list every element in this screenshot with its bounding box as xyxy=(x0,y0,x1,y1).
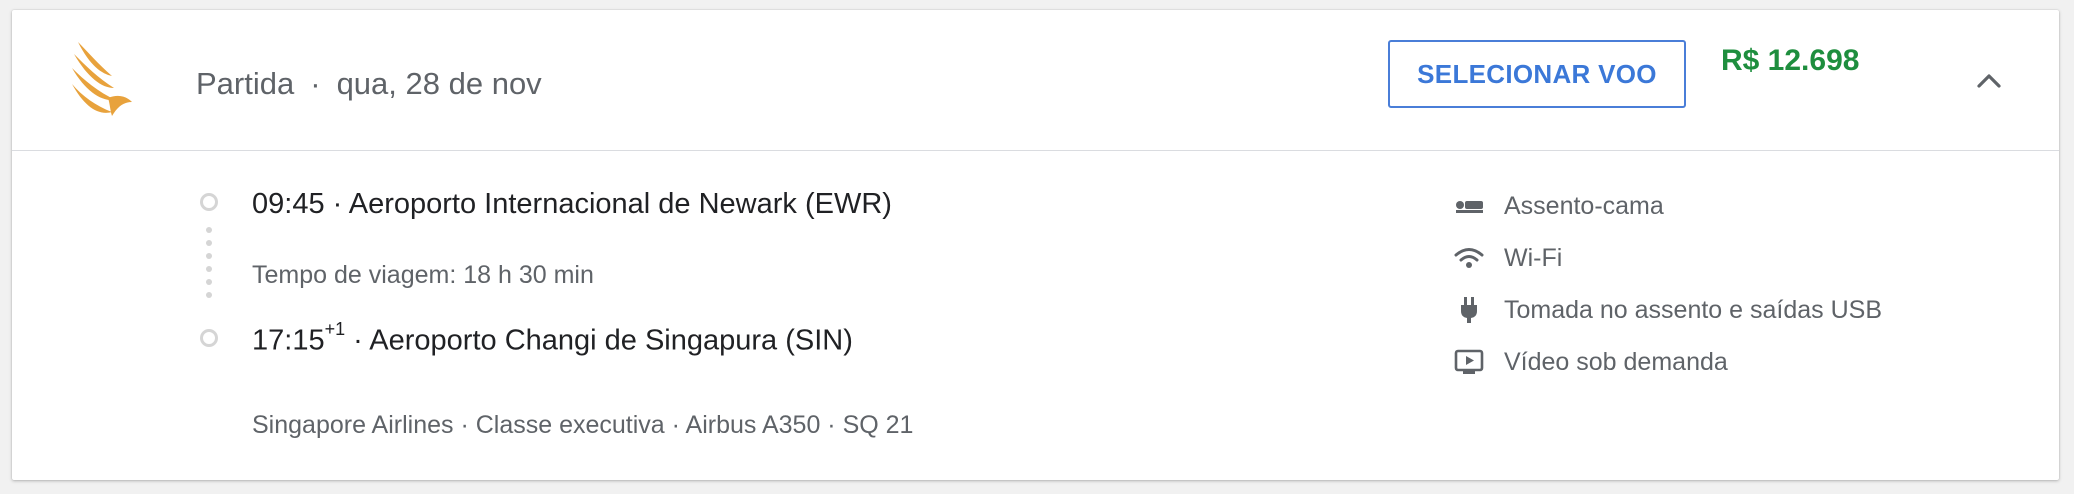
travel-time: Tempo de viagem: 18 h 30 min xyxy=(252,261,594,289)
amenity-label: Tomada no assento e saídas USB xyxy=(1504,295,1883,324)
arrival-airport: Aeroporto Changi de Singapura (SIN) xyxy=(369,324,853,357)
departure-info: Partida · qua, 28 de nov xyxy=(196,66,542,102)
select-flight-button[interactable]: SELECIONAR VOO xyxy=(1388,40,1686,108)
flight-result-card: Partida · qua, 28 de nov SELECIONAR VOO R$… xyxy=(12,10,2059,480)
flight-details: Singapore Airlines · Classe executiva · … xyxy=(252,411,914,439)
amenity-label: Wi-Fi xyxy=(1504,243,1563,272)
departure-time: 09:45 xyxy=(252,188,325,220)
departure-airport: Aeroporto Internacional de Newark (EWR) xyxy=(348,188,892,220)
arrival-timeline-dot xyxy=(200,329,218,347)
flight-price: R$ 12.698 xyxy=(1721,44,1860,77)
amenity-wifi: Wi-Fi xyxy=(1452,242,1562,274)
departure-date: qua, 28 de nov xyxy=(336,66,542,101)
singapore-airlines-logo xyxy=(72,42,132,116)
timeline-connector xyxy=(206,227,212,305)
amenity-video-on-demand: Vídeo sob demanda xyxy=(1452,346,1728,378)
arrival-stop: 17:15+1 · Aeroporto Changi de Singapura … xyxy=(252,319,853,357)
video-on-demand-icon xyxy=(1452,347,1486,377)
separator: · xyxy=(310,66,321,101)
flight-card-header[interactable]: Partida · qua, 28 de nov SELECIONAR VOO R$… xyxy=(12,10,2059,151)
power-plug-icon xyxy=(1452,295,1486,325)
wifi-icon xyxy=(1452,243,1486,273)
departure-stop: 09:45 · Aeroporto Internacional de Newar… xyxy=(252,188,892,220)
departure-label: Partida xyxy=(196,66,295,101)
amenity-label: Vídeo sob demanda xyxy=(1504,347,1728,376)
amenity-label: Assento-cama xyxy=(1504,191,1664,220)
arrival-day-offset: +1 xyxy=(324,319,346,339)
lie-flat-seat-icon xyxy=(1452,191,1486,221)
chevron-up-icon[interactable] xyxy=(1972,66,2006,94)
arrival-time: 17:15 xyxy=(252,324,325,357)
amenity-power-usb: Tomada no assento e saídas USB xyxy=(1452,294,1882,326)
amenity-lie-flat-seat: Assento-cama xyxy=(1452,190,1664,222)
departure-timeline-dot xyxy=(200,193,218,211)
